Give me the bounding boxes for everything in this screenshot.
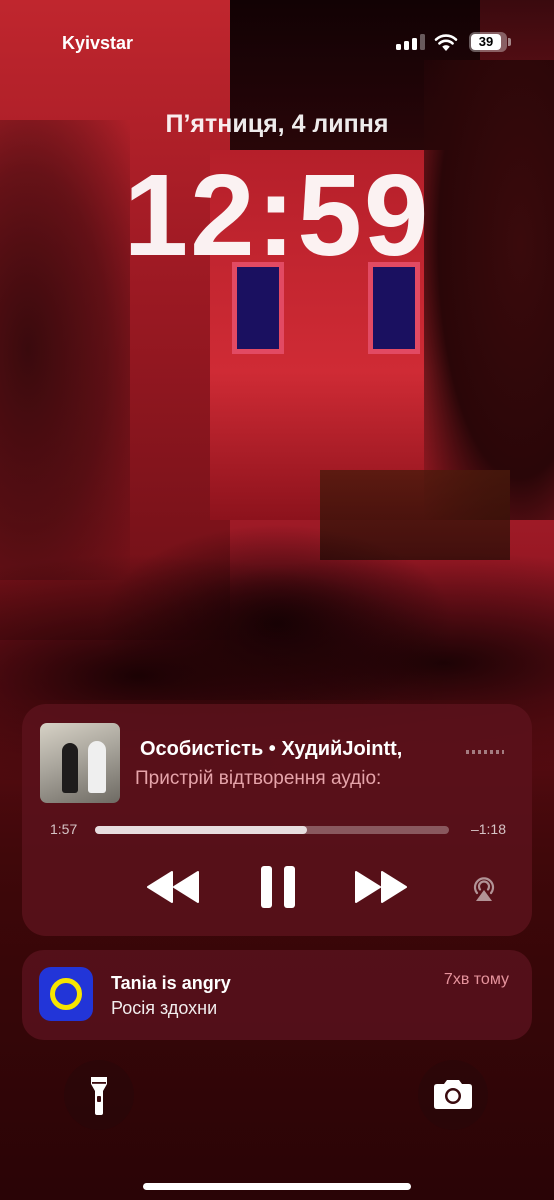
elapsed-time: 1:57 [50,821,78,837]
battery-icon: 39 [469,32,507,52]
carrier-name: Kyivstar [62,33,134,53]
playback-progress-fill [95,826,308,834]
audio-output-label: Пристрій відтворення аудіо: [135,768,382,789]
flashlight-button[interactable] [64,1060,134,1130]
lock-time: 12:59 [123,150,431,280]
playback-scrubber[interactable] [95,826,449,834]
wifi-icon [434,34,458,51]
rewind-button[interactable] [146,870,200,904]
battery-level: 39 [478,34,494,49]
pause-button[interactable] [256,864,300,910]
home-indicator[interactable] [143,1183,411,1190]
fast-forward-button[interactable] [354,870,408,904]
pause-icon [261,866,295,908]
app-icon [39,967,93,1021]
notification-card[interactable]: Tania is angry Росія здохни 7хв тому [22,950,532,1040]
camera-button[interactable] [418,1060,488,1130]
camera-icon [434,1080,472,1109]
notification-body: Росія здохни [111,998,218,1018]
album-art-figure [62,743,78,793]
status-bar: Kyivstar 39 [0,0,554,86]
album-art-figure [88,741,106,793]
rewind-icon [147,871,199,903]
more-dots-icon [466,750,504,754]
fast-forward-icon [355,871,407,903]
ring-icon [50,978,82,1010]
notification-time: 7хв тому [443,971,509,988]
remaining-time: –1:18 [470,821,506,837]
now-playing-widget[interactable]: Особистість • ХудийJointt, Пристрій відт… [22,704,532,936]
notification-title: Tania is angry [111,973,231,993]
battery-cap [508,38,511,46]
airplay-button[interactable] [469,873,499,903]
flashlight-icon [91,1077,107,1115]
album-art[interactable] [40,723,120,803]
track-title: Особистість • ХудийJointt, [140,738,403,760]
lock-date: П’ятниця, 4 липня [165,110,389,138]
signal-bars-icon [396,34,426,50]
